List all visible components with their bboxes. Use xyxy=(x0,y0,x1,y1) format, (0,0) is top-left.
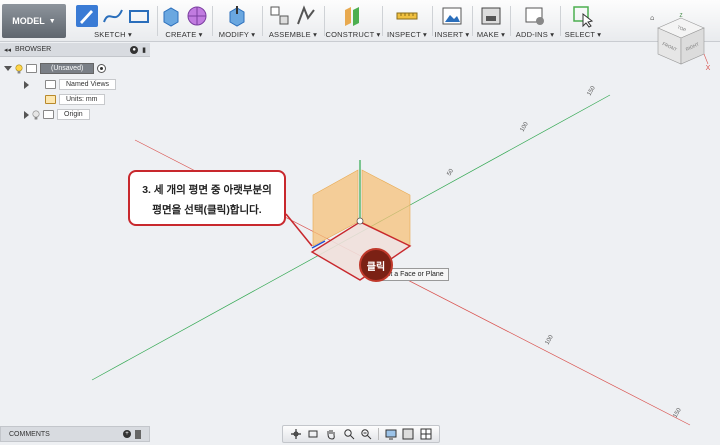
look-at-icon[interactable] xyxy=(307,428,319,440)
navbar-divider xyxy=(378,428,380,440)
make-group[interactable]: MAKE ▾ xyxy=(473,2,509,40)
select-menu-label[interactable]: SELECT ▾ xyxy=(561,30,605,39)
tree-item-label[interactable]: Units: mm xyxy=(59,94,105,105)
tree-item-origin[interactable]: Origin xyxy=(24,108,90,121)
display-settings-icon[interactable] xyxy=(385,428,397,440)
units-document-icon xyxy=(45,95,56,104)
browser-header: ◂◂ BROWSER ● ▮ xyxy=(0,43,150,57)
create-menu-label[interactable]: CREATE ▾ xyxy=(158,30,210,39)
origin-point[interactable] xyxy=(356,217,364,225)
inspect-group[interactable]: INSPECT ▾ xyxy=(383,2,431,40)
select-group[interactable]: SELECT ▾ xyxy=(561,2,605,40)
viewports-icon[interactable] xyxy=(420,428,432,440)
spline-icon[interactable] xyxy=(101,4,125,28)
grid-settings-icon[interactable] xyxy=(402,428,414,440)
offset-plane-icon[interactable] xyxy=(341,4,365,28)
modify-menu-label[interactable]: MODIFY ▾ xyxy=(213,30,261,39)
navigation-bar xyxy=(282,425,440,443)
record-radio-icon[interactable] xyxy=(97,64,107,73)
addins-menu-label[interactable]: ADD-INS ▾ xyxy=(511,30,559,39)
click-indicator-badge: 클릭 xyxy=(359,248,393,282)
callout-line-2: 평면을 선택(클릭)합니다. xyxy=(152,204,262,216)
expand-arrow-icon[interactable] xyxy=(24,110,29,119)
collapse-arrow-icon[interactable] xyxy=(4,66,12,71)
viewcube-x-axis-line xyxy=(703,53,709,65)
root-component-label[interactable]: (Unsaved) xyxy=(40,63,95,74)
fit-zoom-icon[interactable] xyxy=(360,428,372,440)
viewcube-axis-z: Z xyxy=(679,13,682,19)
toolbar: MODEL ▼ SKETCH ▾ CREATE ▾ MODIFY ▾ ASSEM… xyxy=(0,0,720,42)
folder-icon xyxy=(45,80,56,89)
axis-label-50: 50 xyxy=(447,168,456,177)
viewcube[interactable]: TOP FRONT RIGHT Z X ⌂ xyxy=(648,12,714,78)
select-cursor-icon[interactable] xyxy=(571,4,595,28)
insert-group[interactable]: INSERT ▾ xyxy=(433,2,471,40)
sketch-icon[interactable] xyxy=(75,4,99,28)
inspect-menu-label[interactable]: INSPECT ▾ xyxy=(383,30,431,39)
measure-icon[interactable] xyxy=(395,4,419,28)
chevron-down-icon: ▼ xyxy=(48,17,56,25)
comments-add-button[interactable]: + xyxy=(123,430,131,438)
zoom-icon[interactable] xyxy=(343,428,355,440)
assemble-group[interactable]: ASSEMBLE ▾ xyxy=(263,2,323,40)
sketch-menu-label[interactable]: SKETCH ▾ xyxy=(70,30,156,39)
tree-root[interactable]: (Unsaved) xyxy=(4,62,107,75)
assemble-menu-label[interactable]: ASSEMBLE ▾ xyxy=(263,30,323,39)
viewcube-axis-x: X xyxy=(706,65,711,72)
tree-item-label[interactable]: Named Views xyxy=(59,79,117,90)
sketch-group[interactable]: SKETCH ▾ xyxy=(70,2,156,40)
document-icon xyxy=(26,64,37,73)
tree-item-units[interactable]: Units: mm xyxy=(24,93,105,106)
press-pull-icon[interactable] xyxy=(225,4,249,28)
axis-label-100-bottom: 100 xyxy=(545,334,556,346)
modify-group[interactable]: MODIFY ▾ xyxy=(213,2,261,40)
visibility-bulb-icon[interactable] xyxy=(32,109,40,120)
workspace-switcher-button[interactable]: MODEL ▼ xyxy=(2,4,66,38)
construct-menu-label[interactable]: CONSTRUCT ▾ xyxy=(325,30,381,39)
joint-icon[interactable] xyxy=(294,4,318,28)
browser-title: BROWSER xyxy=(15,46,52,53)
tree-item-label[interactable]: Origin xyxy=(57,109,90,120)
callout-pointer xyxy=(286,213,313,247)
comments-expand-button[interactable] xyxy=(135,429,141,439)
tree-item-named-views[interactable]: Named Views xyxy=(24,78,117,91)
axis-label-150-top: 150 xyxy=(587,85,598,97)
make-menu-label[interactable]: MAKE ▾ xyxy=(473,30,509,39)
visibility-bulb-icon[interactable] xyxy=(15,63,23,74)
folder-icon xyxy=(43,110,54,119)
expand-arrow-icon[interactable] xyxy=(24,80,29,89)
insert-menu-label[interactable]: INSERT ▾ xyxy=(433,30,471,39)
orbit-icon[interactable] xyxy=(290,428,302,440)
3d-print-icon[interactable] xyxy=(479,4,503,28)
comments-title: COMMENTS xyxy=(9,430,50,438)
browser-options-button[interactable]: ▮ xyxy=(142,46,146,54)
home-icon[interactable]: ⌂ xyxy=(650,14,654,22)
component-icon[interactable] xyxy=(268,4,292,28)
scripts-icon[interactable] xyxy=(523,4,547,28)
comments-panel[interactable]: COMMENTS + xyxy=(0,426,150,442)
addins-group[interactable]: ADD-INS ▾ xyxy=(511,2,559,40)
extrude-icon[interactable] xyxy=(159,4,183,28)
pan-hand-icon[interactable] xyxy=(325,428,337,440)
browser-pin-button[interactable]: ● xyxy=(130,45,139,54)
callout-line-1: 3. 세 개의 평면 중 아랫부분의 xyxy=(142,184,272,196)
axis-label-150-bottom: 150 xyxy=(673,407,684,419)
rectangle-icon[interactable] xyxy=(127,4,151,28)
insert-image-icon[interactable] xyxy=(440,4,464,28)
instruction-callout: 3. 세 개의 평면 중 아랫부분의 평면을 선택(클릭)합니다. xyxy=(128,170,286,226)
collapse-panel-icon[interactable]: ◂◂ xyxy=(4,46,11,54)
axis-label-100-top: 100 xyxy=(520,121,531,133)
browser-panel: ◂◂ BROWSER ● ▮ (Unsaved) Named Views Uni… xyxy=(0,43,150,125)
construct-group[interactable]: CONSTRUCT ▾ xyxy=(325,2,381,40)
form-icon[interactable] xyxy=(185,4,209,28)
create-group[interactable]: CREATE ▾ xyxy=(158,2,210,40)
workspace-label: MODEL xyxy=(12,16,45,26)
